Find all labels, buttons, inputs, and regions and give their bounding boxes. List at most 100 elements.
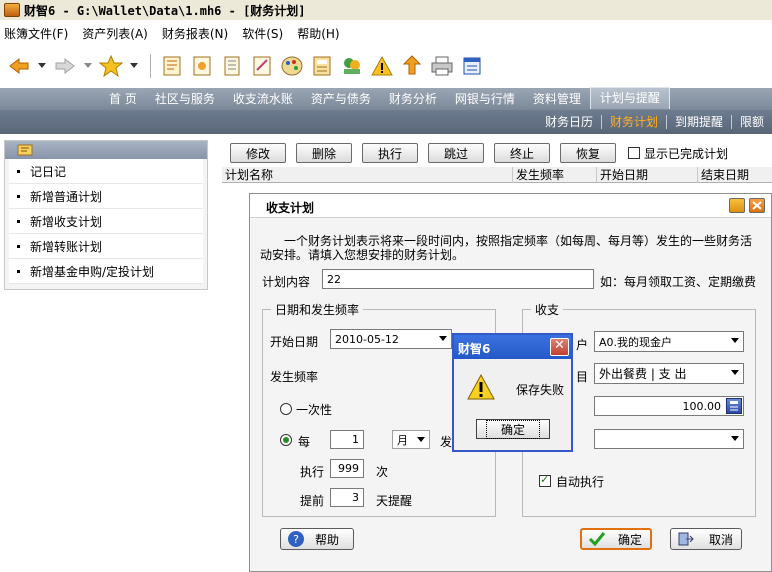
help-circle-icon: ? xyxy=(288,531,304,547)
content-label: 计划内容 xyxy=(262,275,311,289)
warning-icon[interactable] xyxy=(369,53,395,79)
start-date-picker[interactable]: 2010-05-12 xyxy=(330,329,452,349)
back-dropdown-icon[interactable] xyxy=(36,53,48,79)
column-start-date[interactable]: 开始日期 xyxy=(596,167,697,183)
tab-home[interactable]: 首 页 xyxy=(100,88,146,110)
account-label: 户 xyxy=(576,338,589,352)
users-icon[interactable] xyxy=(339,53,365,79)
bullet-icon xyxy=(17,194,20,198)
income-group-title: 收支 xyxy=(531,301,564,318)
account-select[interactable]: A0.我的现金户 xyxy=(594,331,744,352)
modify-button[interactable]: 修改 xyxy=(230,143,286,163)
period-select[interactable]: 月 xyxy=(392,430,430,449)
subtab-calendar[interactable]: 财务日历 xyxy=(537,115,602,129)
forward-dropdown-icon[interactable] xyxy=(82,53,94,79)
notes-icon[interactable] xyxy=(249,53,275,79)
menu-file[interactable]: 账簿文件(F) xyxy=(0,25,72,42)
message-box-title: 财智6 xyxy=(458,342,491,356)
execute-count-input[interactable]: 999 xyxy=(330,459,364,478)
sidebar-item-new-transfer-plan[interactable]: 新增转账计划 xyxy=(9,234,203,259)
show-completed-checkbox[interactable] xyxy=(628,147,640,159)
start-date-label: 开始日期 xyxy=(270,335,319,349)
checkmark-icon xyxy=(588,532,606,547)
message-ok-button[interactable]: 确定 xyxy=(476,419,550,439)
execute-label: 执行 xyxy=(300,465,325,479)
ledger-icon[interactable] xyxy=(189,53,215,79)
category-value: 外出餐费 | 支 出 xyxy=(599,367,687,381)
tab-cashflow[interactable]: 收支流水账 xyxy=(224,88,302,110)
every-count-input[interactable]: 1 xyxy=(330,430,364,449)
menu-software[interactable]: 软件(S) xyxy=(238,25,287,42)
advance-unit-label: 天提醒 xyxy=(376,494,413,508)
menu-assets[interactable]: 资产列表(A) xyxy=(78,25,152,42)
chevron-down-icon xyxy=(731,436,739,441)
close-icon[interactable]: ✕ xyxy=(550,338,569,356)
sidebar-item-new-plan[interactable]: 新增普通计划 xyxy=(9,184,203,209)
title-bar: 财智6 - G:\Wallet\Data\1.mh6 - [财务计划] xyxy=(0,0,772,20)
sidebar-item-new-fund-plan[interactable]: 新增基金申购/定投计划 xyxy=(9,259,203,284)
advance-label: 提前 xyxy=(300,494,325,508)
bullet-icon xyxy=(17,244,20,248)
tab-analysis[interactable]: 财务分析 xyxy=(380,88,446,110)
journal-icon[interactable] xyxy=(159,53,185,79)
subtab-financial-plan[interactable]: 财务计划 xyxy=(602,115,667,129)
menu-help[interactable]: 帮助(H) xyxy=(293,25,343,42)
subtab-limits[interactable]: 限额 xyxy=(732,115,772,129)
help-button[interactable]: ? 帮助 xyxy=(280,528,354,550)
favorites-dropdown-icon[interactable] xyxy=(128,53,140,79)
restore-button[interactable]: 恢复 xyxy=(560,143,616,163)
category-select[interactable]: 外出餐费 | 支 出 xyxy=(594,363,744,384)
content-hint: 如：每月领取工资、定期缴费 xyxy=(600,275,757,289)
window-title: 财智6 - G:\Wallet\Data\1.mh6 - [财务计划] xyxy=(24,3,306,18)
calculator-icon[interactable] xyxy=(726,398,742,414)
sidebar-item-diary[interactable]: 记日记 xyxy=(9,159,203,184)
skip-button[interactable]: 跳过 xyxy=(428,143,484,163)
help-icon[interactable] xyxy=(729,198,745,213)
amount-input[interactable]: 100.00 xyxy=(594,396,744,416)
app-icon xyxy=(4,3,20,17)
printer-icon[interactable] xyxy=(429,53,455,79)
advance-days-input[interactable]: 3 xyxy=(330,488,364,507)
auto-execute-label: 自动执行 xyxy=(556,475,605,489)
cancel-button[interactable]: 取消 xyxy=(670,528,742,550)
tab-data[interactable]: 资料管理 xyxy=(524,88,590,110)
date-group-title: 日期和发生频率 xyxy=(271,301,364,318)
occur-label: 发 xyxy=(440,435,453,449)
calculator-icon[interactable] xyxy=(309,53,335,79)
show-completed-label: 显示已完成计划 xyxy=(644,146,729,161)
forward-arrow-icon[interactable] xyxy=(52,53,78,79)
once-radio[interactable] xyxy=(280,403,292,415)
calendar-icon[interactable] xyxy=(459,53,485,79)
column-plan-name[interactable]: 计划名称 xyxy=(222,167,512,183)
close-icon[interactable] xyxy=(749,198,765,213)
tab-banking[interactable]: 网银与行情 xyxy=(446,88,524,110)
every-radio[interactable] xyxy=(280,434,292,446)
upload-icon[interactable] xyxy=(399,53,425,79)
column-frequency[interactable]: 发生频率 xyxy=(512,167,596,183)
terminate-button[interactable]: 终止 xyxy=(494,143,550,163)
plan-content-input[interactable]: 22 xyxy=(322,269,594,289)
delete-button[interactable]: 删除 xyxy=(296,143,352,163)
back-arrow-icon[interactable] xyxy=(6,53,32,79)
main-nav: 首 页 社区与服务 收支流水账 资产与债务 财务分析 网银与行情 资料管理 计划… xyxy=(0,87,772,110)
exit-door-icon xyxy=(678,532,694,546)
sub-nav: 财务日历 财务计划 到期提醒 限额 xyxy=(0,110,772,134)
auto-execute-checkbox[interactable] xyxy=(539,473,551,487)
column-end-date[interactable]: 结束日期 xyxy=(697,167,772,183)
subtab-due-reminder[interactable]: 到期提醒 xyxy=(667,115,732,129)
tab-assets-debts[interactable]: 资产与债务 xyxy=(302,88,380,110)
menu-reports[interactable]: 财务报表(N) xyxy=(158,25,232,42)
tab-community[interactable]: 社区与服务 xyxy=(146,88,224,110)
palette-icon[interactable] xyxy=(279,53,305,79)
amount-value: 100.00 xyxy=(682,399,722,413)
document-icon[interactable] xyxy=(219,53,245,79)
extra-select[interactable] xyxy=(594,429,744,449)
chevron-down-icon xyxy=(417,437,425,442)
favorites-star-icon[interactable] xyxy=(98,53,124,79)
dialog-description: 一个财务计划表示将来一段时间内，按照指定频率（如每周、每月等）发生的一些财务活动… xyxy=(260,234,753,262)
tab-plans-reminders[interactable]: 计划与提醒 xyxy=(589,87,670,109)
bullet-icon xyxy=(17,169,20,173)
sidebar-item-new-income-plan[interactable]: 新增收支计划 xyxy=(9,209,203,234)
ok-button[interactable]: 确定 xyxy=(580,528,652,550)
execute-button[interactable]: 执行 xyxy=(362,143,418,163)
